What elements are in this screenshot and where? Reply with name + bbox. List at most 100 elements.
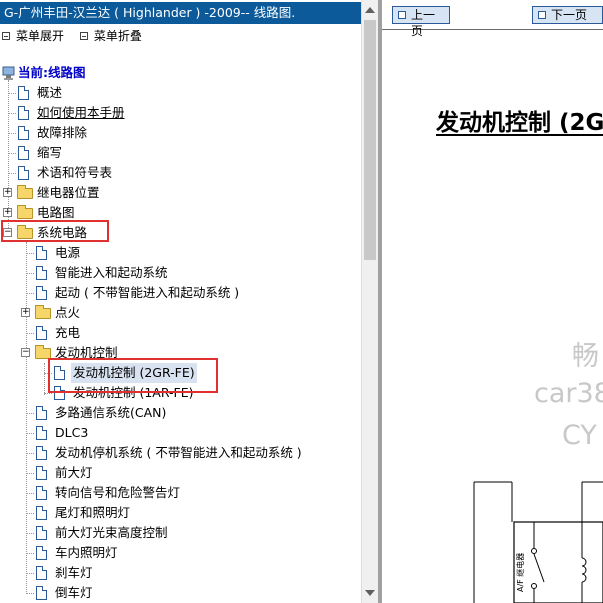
tree-item-label: 点火 xyxy=(55,305,81,320)
tree-guide xyxy=(26,533,34,534)
tree-item-label: 多路通信系统(CAN) xyxy=(55,405,167,420)
document-icon xyxy=(18,126,29,140)
document-icon xyxy=(18,166,29,180)
tree-item-label: 如何使用本手册 xyxy=(37,105,125,120)
relay-coil xyxy=(581,522,587,603)
prev-page-label: 上一页 xyxy=(411,8,436,38)
tree-item-label: 前大灯 xyxy=(55,465,93,480)
folder-icon xyxy=(17,185,33,199)
document-icon xyxy=(36,546,47,560)
tree-item-label: 缩写 xyxy=(37,145,63,160)
tree-item-label: DLC3 xyxy=(55,425,89,440)
document-icon xyxy=(36,486,47,500)
tree-item-label: 充电 xyxy=(55,325,81,340)
tree-item-label: 前大灯光束高度控制 xyxy=(55,525,168,540)
tree-guide xyxy=(8,113,16,114)
tree-guide xyxy=(26,573,34,574)
tree-guide xyxy=(8,153,16,154)
tree-guide xyxy=(8,173,16,174)
document-icon xyxy=(36,246,47,260)
document-icon xyxy=(36,286,47,300)
tree-guide xyxy=(26,242,27,592)
tree-guide xyxy=(44,363,45,395)
menu-collapse-button[interactable]: 菜单折叠 xyxy=(79,27,142,45)
scroll-up-icon[interactable] xyxy=(365,7,375,13)
wiring-diagram: A/F 继电器 xyxy=(473,481,603,603)
next-page-icon xyxy=(538,11,546,19)
relay-box xyxy=(473,481,603,603)
tree-item-label: 刹车灯 xyxy=(55,565,93,580)
expand-icon[interactable]: + xyxy=(21,308,30,317)
tree-guide xyxy=(26,553,34,554)
document-icon xyxy=(18,106,29,120)
tree-guide xyxy=(26,253,34,254)
menu-collapse-label: 菜单折叠 xyxy=(93,29,142,43)
document-icon xyxy=(36,526,47,540)
watermark: 畅 xyxy=(572,341,599,372)
expand-icon xyxy=(2,31,10,40)
relay-switch xyxy=(531,522,545,603)
tree-item-label: 术语和符号表 xyxy=(37,165,113,180)
window-title: G-广州丰田-汉兰达 ( Highlander ) -2009-- 线路图. xyxy=(0,2,362,24)
watermark: car38 xyxy=(534,378,603,409)
document-icon xyxy=(36,566,47,580)
tree-item-label: 尾灯和照明灯 xyxy=(55,505,131,520)
tree-item-label: 发动机停机系统 ( 不带智能进入和起动系统 ) xyxy=(55,445,302,460)
document-icon xyxy=(36,506,47,520)
tree-item-label: 故障排除 xyxy=(37,125,88,140)
tree-scrollbar[interactable] xyxy=(361,0,378,603)
scroll-thumb[interactable] xyxy=(364,20,376,260)
tree-guide xyxy=(26,433,34,434)
menu-bar: 菜单展开 菜单折叠 xyxy=(0,27,152,45)
document-icon xyxy=(36,326,47,340)
page-nav-bar: 上一页 下一页 xyxy=(382,0,603,38)
tree-guide xyxy=(44,393,52,394)
tree-pane: G-广州丰田-汉兰达 ( Highlander ) -2009-- 线路图. 菜… xyxy=(0,0,362,603)
tree-guide xyxy=(26,593,34,594)
tree-item-label: 倒车灯 xyxy=(55,585,93,600)
tree-item-label: 转向信号和危险警告灯 xyxy=(55,485,181,500)
document-icon xyxy=(36,586,47,600)
tree-guide xyxy=(26,413,34,414)
document-icon xyxy=(18,86,29,100)
tree-guide xyxy=(8,133,16,134)
tree-item-label: 电源 xyxy=(55,245,81,260)
folder-icon xyxy=(35,305,51,319)
tree-guide xyxy=(26,453,34,454)
tree-item-label: 继电器位置 xyxy=(37,185,100,200)
expand-icon[interactable]: + xyxy=(3,188,12,197)
relay-label: A/F 继电器 xyxy=(515,553,525,592)
collapse-icon[interactable]: − xyxy=(21,348,30,357)
document-icon xyxy=(36,266,47,280)
tree-guide xyxy=(26,493,34,494)
menu-expand-label: 菜单展开 xyxy=(16,29,65,43)
tree-item-label: 起动 ( 不带智能进入和起动系统 ) xyxy=(55,285,240,300)
tree-item-label: 概述 xyxy=(37,85,63,100)
scroll-down-icon[interactable] xyxy=(365,590,375,596)
highlight-box xyxy=(48,358,218,393)
prev-page-icon xyxy=(398,11,406,19)
expand-icon[interactable]: + xyxy=(3,208,12,217)
tree-item-label: 车内照明灯 xyxy=(55,545,118,560)
content-pane: 上一页 下一页 发动机控制 (2G 畅 car38 CY A/F 继电器 xyxy=(382,0,603,603)
tree-item-label: 智能进入和起动系统 xyxy=(55,265,168,280)
tree-guide xyxy=(26,273,34,274)
document-icon xyxy=(36,426,47,440)
computer-icon xyxy=(2,66,15,80)
document-icon xyxy=(18,146,29,160)
prev-page-button[interactable]: 上一页 xyxy=(392,6,450,38)
tree-root-label: 当前:线路图 xyxy=(18,65,86,80)
collapse-icon xyxy=(79,31,88,40)
watermark: CY xyxy=(562,420,597,451)
tree-guide xyxy=(26,513,34,514)
tree-guide xyxy=(26,473,34,474)
next-page-label: 下一页 xyxy=(551,8,588,22)
menu-expand-button[interactable]: 菜单展开 xyxy=(2,27,64,45)
tree-guide xyxy=(8,93,16,94)
document-icon xyxy=(36,446,47,460)
document-icon xyxy=(36,406,47,420)
tree-guide xyxy=(26,333,34,334)
folder-icon xyxy=(17,205,33,219)
next-page-button[interactable]: 下一页 xyxy=(532,6,603,24)
document-icon xyxy=(36,466,47,480)
